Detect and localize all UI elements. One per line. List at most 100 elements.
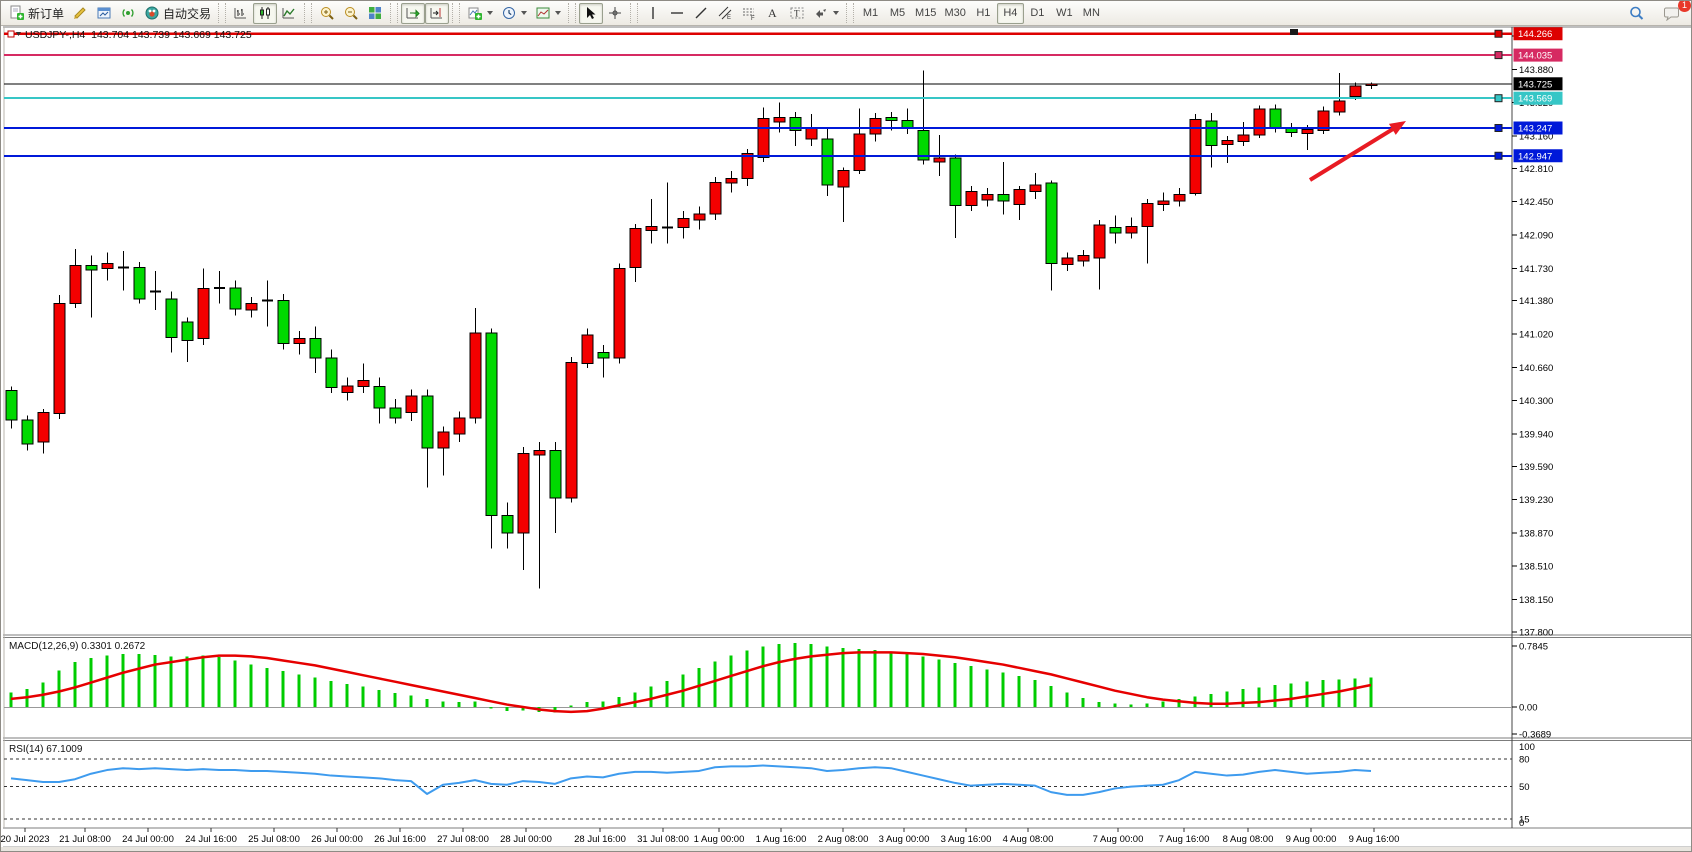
timeframe-m30-button[interactable]: M30 <box>940 3 969 24</box>
macd-label: MACD(12,26,9) 0.3301 0.2672 <box>9 641 145 652</box>
svg-text:141.730: 141.730 <box>1519 264 1553 275</box>
clock-icon <box>501 5 517 21</box>
horizontal-line-button[interactable] <box>665 3 689 24</box>
chart-wizard-icon <box>72 5 88 21</box>
svg-text:142.810: 142.810 <box>1519 164 1553 175</box>
arrows-icon <box>813 5 829 21</box>
notifications-button[interactable]: 1 <box>1659 3 1685 24</box>
tile-windows-button[interactable] <box>363 3 387 24</box>
svg-text:50: 50 <box>1519 782 1530 793</box>
candlestick-chart-button[interactable] <box>253 3 277 24</box>
vertical-line-button[interactable] <box>641 3 665 24</box>
auto-scroll-button[interactable] <box>401 3 425 24</box>
svg-text:0.00: 0.00 <box>1519 703 1538 714</box>
timeframe-m5-button[interactable]: M5 <box>884 3 911 24</box>
svg-text:27 Jul 08:00: 27 Jul 08:00 <box>437 834 489 845</box>
zoom-in-button[interactable] <box>315 3 339 24</box>
horizontal-line-icon <box>669 5 685 21</box>
text-label-button[interactable]: T <box>785 3 809 24</box>
svg-text:144.035: 144.035 <box>1518 51 1552 62</box>
svg-text:139.590: 139.590 <box>1519 462 1553 473</box>
text-icon: A <box>765 5 781 21</box>
trendline-icon <box>693 5 709 21</box>
chevron-down-icon <box>487 11 493 15</box>
rsi-label: RSI(14) 67.1009 <box>9 744 82 755</box>
svg-text:F: F <box>751 16 755 21</box>
zoom-in-icon <box>319 5 335 21</box>
bar-chart-button[interactable] <box>229 3 253 24</box>
line-chart-button[interactable] <box>277 3 301 24</box>
svg-text:9 Aug 00:00: 9 Aug 00:00 <box>1286 834 1337 845</box>
signal-button[interactable] <box>116 3 140 24</box>
svg-text:-0.3689: -0.3689 <box>1519 730 1551 741</box>
timeframe-m15-button[interactable]: M15 <box>911 3 940 24</box>
svg-text:3 Aug 00:00: 3 Aug 00:00 <box>879 834 930 845</box>
autotrading-label: 自动交易 <box>163 5 211 22</box>
timeframe-h1-button[interactable]: H1 <box>970 3 997 24</box>
chart-shift-button[interactable] <box>425 3 449 24</box>
templates-button[interactable] <box>531 3 565 24</box>
cursor-icon <box>583 5 599 21</box>
crosshair-button[interactable] <box>603 3 627 24</box>
svg-text:A: A <box>768 6 777 20</box>
chart-title: USDJPY-,H4 143.704 143.739 143.669 143.7… <box>25 29 252 41</box>
chart-canvas[interactable]: 144.240143.880143.520143.160142.810142.4… <box>1 1 1692 852</box>
zoom-out-icon <box>343 5 359 21</box>
toolbar-separator <box>846 3 854 23</box>
svg-text:100: 100 <box>1519 742 1535 753</box>
notification-badge: 1 <box>1678 0 1691 12</box>
svg-text:8 Aug 08:00: 8 Aug 08:00 <box>1223 834 1274 845</box>
trendline-button[interactable] <box>689 3 713 24</box>
toolbar-separator <box>218 3 226 23</box>
timeframe-h4-button[interactable]: H4 <box>997 3 1024 24</box>
fibonacci-button[interactable]: F <box>737 3 761 24</box>
svg-text:140.300: 140.300 <box>1519 396 1553 407</box>
candlestick-icon <box>257 5 273 21</box>
svg-text:E: E <box>727 15 731 21</box>
svg-text:T: T <box>794 9 800 19</box>
time-axis: 20 Jul 202321 Jul 08:0024 Jul 00:0024 Ju… <box>1 828 1399 845</box>
svg-text:80: 80 <box>1519 755 1530 766</box>
timeframe-mn-button[interactable]: MN <box>1078 3 1105 24</box>
periods-button[interactable] <box>497 3 531 24</box>
panel-frame <box>1 27 1692 852</box>
svg-text:139.230: 139.230 <box>1519 495 1553 506</box>
svg-text:138.510: 138.510 <box>1519 562 1553 573</box>
zoom-out-button[interactable] <box>339 3 363 24</box>
svg-text:0: 0 <box>1519 818 1524 829</box>
svg-text:4 Aug 08:00: 4 Aug 08:00 <box>1003 834 1054 845</box>
terminal-window: 新订单 自动交易 <box>0 0 1692 852</box>
svg-text:28 Jul 00:00: 28 Jul 00:00 <box>500 834 552 845</box>
timeframe-w1-button[interactable]: W1 <box>1051 3 1078 24</box>
indicators-button[interactable] <box>463 3 497 24</box>
symbol-marker <box>8 31 21 37</box>
macd-panel: 0.78450.00-0.3689 <box>4 642 1551 741</box>
profiles-button[interactable] <box>92 3 116 24</box>
new-order-button[interactable]: 新订单 <box>5 3 68 24</box>
svg-text:142.450: 142.450 <box>1519 197 1553 208</box>
template-icon <box>535 5 551 21</box>
svg-text:143.247: 143.247 <box>1518 124 1552 135</box>
equidistant-channel-button[interactable]: E <box>713 3 737 24</box>
chart-wizard-button[interactable] <box>68 3 92 24</box>
arrows-button[interactable] <box>809 3 843 24</box>
svg-text:21 Jul 08:00: 21 Jul 08:00 <box>59 834 111 845</box>
svg-text:139.940: 139.940 <box>1519 429 1553 440</box>
svg-text:1 Aug 16:00: 1 Aug 16:00 <box>756 834 807 845</box>
autotrading-button[interactable]: 自动交易 <box>140 3 215 24</box>
bar-chart-icon <box>233 5 249 21</box>
search-button[interactable] <box>1624 3 1649 24</box>
timeframe-d1-button[interactable]: D1 <box>1024 3 1051 24</box>
cursor-button[interactable] <box>579 3 603 24</box>
toolbar-separator <box>630 3 638 23</box>
crosshair-icon <box>607 5 623 21</box>
svg-text:1 Aug 00:00: 1 Aug 00:00 <box>694 834 745 845</box>
rsi-panel: 1008050150 <box>4 742 1535 829</box>
svg-text:28 Jul 16:00: 28 Jul 16:00 <box>574 834 626 845</box>
svg-text:26 Jul 16:00: 26 Jul 16:00 <box>374 834 426 845</box>
text-button[interactable]: A <box>761 3 785 24</box>
toolbar-separator <box>304 3 312 23</box>
timeframe-m1-button[interactable]: M1 <box>857 3 884 24</box>
svg-text:3 Aug 16:00: 3 Aug 16:00 <box>941 834 992 845</box>
profile-chart-icon <box>96 5 112 21</box>
